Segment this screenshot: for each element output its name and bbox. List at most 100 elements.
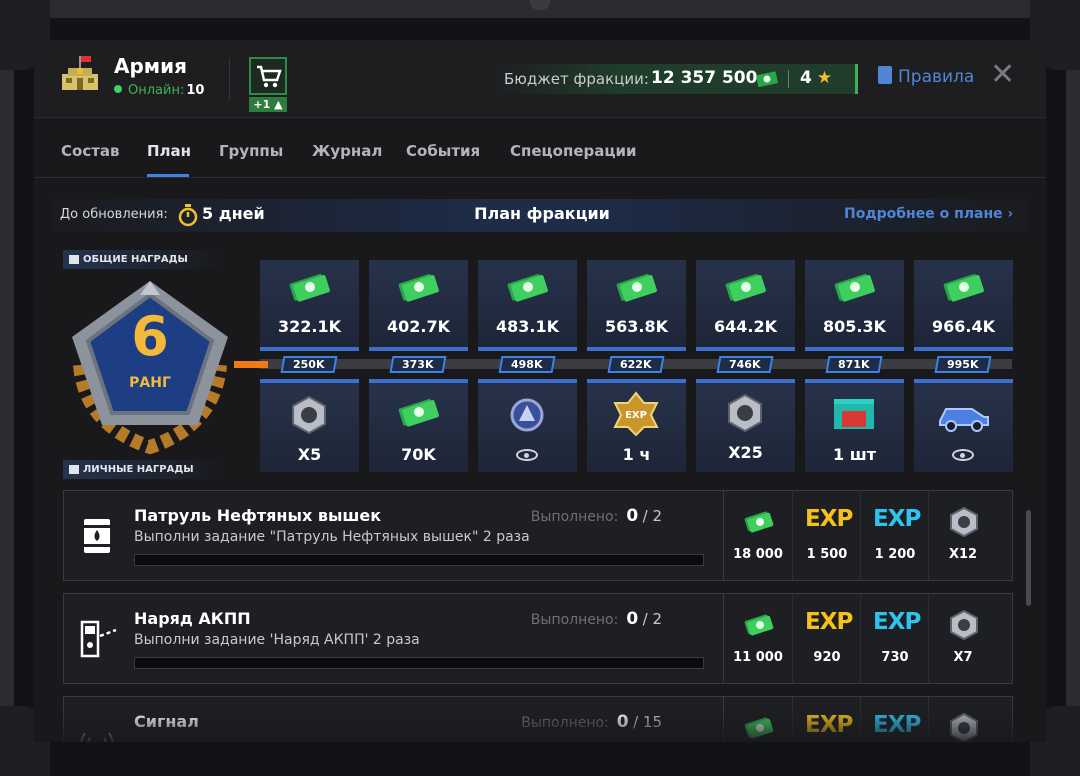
reward-value: 18 000 (733, 547, 783, 562)
money-icon (756, 71, 778, 87)
task-description: Выполни задание 'Наряд АКПП' 2 раза (134, 632, 420, 648)
reward-value: 1 200 (874, 547, 916, 562)
threshold-marker: 498K (498, 356, 556, 373)
common-rewards-tag: ОБЩИЕ НАГРАДЫ (63, 250, 223, 269)
reward-value: X12 (948, 547, 978, 562)
task-progress-bar (134, 554, 704, 566)
reward-money (724, 697, 792, 742)
money-icon (398, 399, 439, 427)
task-name: Патруль Нефтяных вышек (134, 506, 382, 525)
exp-yellow-icon: EXP (805, 712, 853, 738)
threshold-value: 871K (838, 358, 870, 371)
task-progress-bar (134, 657, 704, 669)
threshold-marker: 995K (934, 356, 992, 373)
rules-link[interactable]: Правила (878, 66, 974, 87)
common-reward-card[interactable]: 644.2K (696, 260, 795, 351)
task-row[interactable]: Наряд АКПП Выполни задание 'Наряд АКПП' … (63, 593, 1013, 684)
rank-badge: 6 РАНГ (60, 275, 240, 455)
tab-journal[interactable]: Журнал (312, 142, 382, 160)
reward-exp: EXP (792, 697, 860, 742)
task-description: Выполни задание "Патруль Нефтяных вышек"… (134, 529, 530, 545)
device-frame: Армия Онлайн: 10 +1 ▲ Бюджет фракции: 12 … (0, 0, 1080, 776)
threshold-value: 250K (293, 358, 325, 371)
threshold-value: 622K (620, 358, 652, 371)
plan-header-bar: До обновления: 5 дней План фракции Подро… (52, 199, 1028, 232)
task-row[interactable]: Сигнал Выполнено: 0 / 15 EXP EXP (63, 696, 1013, 742)
task-total: / 2 (642, 610, 662, 628)
common-reward-value: 805.3K (822, 317, 886, 336)
personal-reward-card[interactable]: 1 шт (805, 379, 904, 472)
task-progress-label: Выполнено: (530, 612, 619, 628)
tab-sostav[interactable]: Состав (61, 142, 120, 160)
faction-budget: Бюджет фракции: 12 357 500 4 ★ (494, 64, 858, 94)
shop-cart-button[interactable] (249, 57, 287, 95)
reward-nuts: X7 (928, 594, 996, 683)
task-rewards: EXP EXP (723, 697, 1013, 742)
update-label: До обновления: (60, 207, 168, 222)
online-status: Онлайн: 10 (114, 83, 204, 98)
badge-icon (510, 398, 544, 432)
scrollbar-thumb[interactable] (1026, 510, 1031, 606)
preview-eye-icon[interactable] (516, 449, 538, 461)
gift-icon (69, 465, 79, 474)
common-reward-card[interactable]: 322.1K (260, 260, 359, 351)
rank-label: РАНГ (129, 375, 171, 391)
personal-reward-card[interactable]: EXP 1 ч (587, 379, 686, 472)
online-dot-icon (114, 85, 122, 93)
reward-nuts (928, 697, 996, 742)
personal-reward-card[interactable]: 70K (369, 379, 468, 472)
common-reward-card[interactable]: 805.3K (805, 260, 904, 351)
oil-barrel-icon (84, 519, 110, 553)
common-rewards-label: ОБЩИЕ НАГРАДЫ (83, 254, 188, 265)
cart-icon (257, 65, 282, 88)
tab-plan[interactable]: План (147, 142, 191, 160)
nut-icon (728, 393, 762, 433)
task-total: / 15 (633, 713, 662, 731)
budget-label: Бюджет фракции: (504, 70, 649, 88)
money-icon (507, 274, 548, 302)
tab-groups[interactable]: Группы (219, 142, 283, 160)
personal-reward-card[interactable] (478, 379, 577, 472)
common-reward-card[interactable]: 483.1K (478, 260, 577, 351)
active-tab-indicator (147, 174, 189, 177)
nut-icon (292, 395, 326, 435)
vehicle-icon (939, 408, 989, 432)
tab-events[interactable]: События (406, 142, 480, 160)
common-reward-card[interactable]: 563.8K (587, 260, 686, 351)
personal-reward-value: X5 (297, 445, 322, 464)
threshold-value: 498K (511, 358, 543, 371)
budget-value: 12 357 500 (651, 68, 758, 88)
preview-eye-icon[interactable] (952, 449, 974, 461)
threshold-value: 746K (729, 358, 761, 371)
checkpoint-icon (80, 620, 117, 658)
close-icon[interactable]: ✕ (990, 60, 1015, 90)
money-icon (398, 274, 439, 302)
money-icon (943, 274, 984, 302)
task-progress: Выполнено: 0 / 15 (521, 712, 662, 732)
common-reward-card[interactable]: 966.4K (914, 260, 1013, 351)
threshold-marker: 373K (389, 356, 447, 373)
plan-details-label: Подробнее о плане (844, 206, 1003, 222)
plan-details-link[interactable]: Подробнее о плане › (844, 206, 1013, 222)
common-reward-card[interactable]: 402.7K (369, 260, 468, 351)
task-total: / 2 (642, 507, 662, 525)
common-reward-value: 644.2K (713, 317, 777, 336)
threshold-marker: 746K (716, 356, 774, 373)
stars-count: 4 (800, 68, 812, 88)
task-row[interactable]: Патруль Нефтяных вышек Выполни задание "… (63, 490, 1013, 581)
personal-reward-card[interactable]: X25 (696, 379, 795, 472)
tab-special-ops[interactable]: Спецоперации (510, 142, 637, 160)
personal-reward-card[interactable] (914, 379, 1013, 472)
task-progress: Выполнено: 0 / 2 (531, 609, 662, 629)
task-progress: Выполнено: 0 / 2 (531, 506, 662, 526)
task-done-count: 0 (616, 712, 629, 732)
threshold-marker: 250K (280, 356, 338, 373)
money-icon (616, 274, 657, 302)
exp-blue-icon: EXP (873, 506, 921, 532)
task-progress-label: Выполнено: (530, 509, 619, 525)
common-reward-value: 402.7K (386, 317, 450, 336)
plan-title: План фракции (474, 204, 610, 223)
reward-value: 730 (881, 650, 909, 665)
personal-reward-card[interactable]: X5 (260, 379, 359, 472)
online-label: Онлайн: (128, 83, 185, 98)
